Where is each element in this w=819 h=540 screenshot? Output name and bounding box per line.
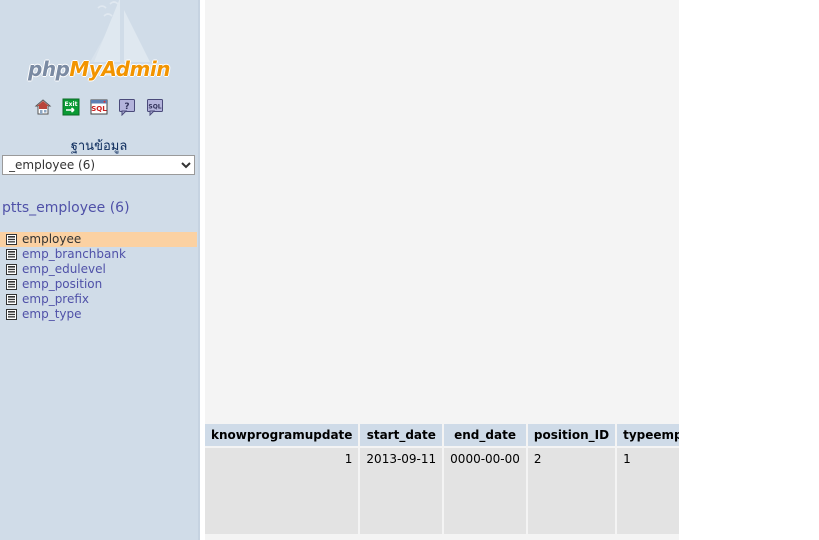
table-icon [6,294,17,305]
table-list-item-emp-type[interactable]: emp_type [0,307,197,322]
phpmyadmin-logo[interactable]: phpMyAdmin [28,57,170,81]
table-list: employee emp_branchbank emp_edulevel emp… [0,232,197,322]
right-whitespace [679,0,819,540]
column-header-knowprogramupdate[interactable]: knowprogramupdate [205,424,361,448]
column-header-end-date[interactable]: end_date [444,424,528,448]
table-list-item-label: emp_type [22,307,82,321]
table-list-item-label: employee [22,232,82,246]
table-list-item-label: emp_position [22,277,103,291]
results-table-body: 1 2013-09-11 0000-00-00 2 1 [205,448,746,534]
table-list-item-emp-prefix[interactable]: emp_prefix [0,292,197,307]
table-list-item-emp-edulevel[interactable]: emp_edulevel [0,262,197,277]
sidebar: phpMyAdmin Exit SQL ? SQL ฐานข้อมูล _emp… [0,0,198,540]
cell-knowprogramupdate: 1 [205,448,361,534]
table-list-item-emp-position[interactable]: emp_position [0,277,197,292]
query-window-icon[interactable]: SQL [90,98,108,116]
svg-text:?: ? [124,102,129,112]
svg-text:SQL: SQL [91,105,107,113]
table-icon [6,234,17,245]
table-list-item-emp-branchbank[interactable]: emp_branchbank [0,247,197,262]
table-list-item-label: emp_edulevel [22,262,106,276]
results-table: knowprogramupdate start_date end_date po… [205,424,746,534]
table-icon [6,249,17,260]
main-content: knowprogramupdate start_date end_date po… [205,0,746,540]
table-row[interactable]: 1 2013-09-11 0000-00-00 2 1 [205,448,746,534]
cell-start-date: 2013-09-11 [360,448,445,534]
logo-block: phpMyAdmin [0,0,198,92]
database-heading-link[interactable]: ptts_employee (6) [2,200,130,216]
logo-text-myadmin: MyAdmin [69,57,170,81]
column-header-start-date[interactable]: start_date [360,424,445,448]
database-select[interactable]: _employee (6) [2,155,195,175]
home-icon[interactable] [34,98,52,116]
cell-end-date: 0000-00-00 [444,448,528,534]
table-list-item-employee[interactable]: employee [0,232,197,247]
table-list-item-label: emp_branchbank [22,247,126,261]
sidebar-divider [198,0,200,540]
column-header-position-id[interactable]: position_ID [527,424,618,448]
logo-text-php: php [28,57,70,81]
table-icon [6,309,17,320]
table-list-item-label: emp_prefix [22,292,90,306]
help-icon[interactable]: ? [118,98,136,116]
svg-text:SQL: SQL [148,104,161,111]
database-select-wrapper: _employee (6) [2,155,195,175]
database-label: ฐานข้อมูล [70,139,128,154]
table-icon [6,264,17,275]
sql-help-icon[interactable]: SQL [146,98,164,116]
nav-icon-row: Exit SQL ? SQL [0,98,198,116]
cell-position-id: 2 [527,448,618,534]
logout-icon[interactable]: Exit [62,98,80,116]
table-icon [6,279,17,290]
results-table-head: knowprogramupdate start_date end_date po… [205,424,746,448]
svg-text:Exit: Exit [65,101,78,108]
results-header-row: knowprogramupdate start_date end_date po… [205,424,746,448]
